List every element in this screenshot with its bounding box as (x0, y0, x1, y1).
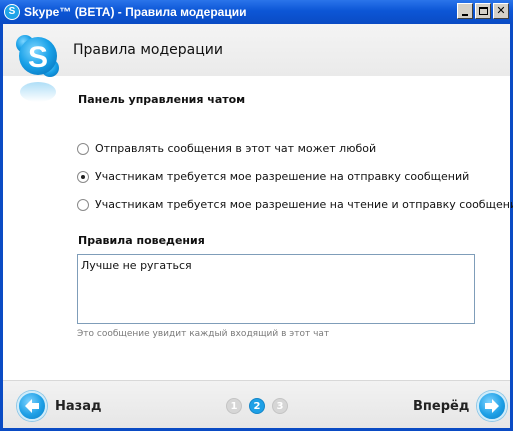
option-label: Участникам требуется мое разрешение на ч… (95, 198, 513, 211)
window-title: Skype™ (BETA) - Правила модерации (24, 5, 247, 19)
radio-permission-read-send[interactable] (77, 198, 89, 211)
option-permission-to-send[interactable]: Участникам требуется мое разрешение на о… (77, 170, 469, 183)
rules-heading: Правила поведения (78, 234, 205, 247)
radio-anyone[interactable] (77, 142, 89, 155)
step-2: 2 (249, 398, 265, 414)
forward-label: Вперёд (413, 398, 470, 414)
option-permission-read-send[interactable]: Участникам требуется мое разрешение на ч… (77, 198, 513, 211)
svg-text:S: S (28, 41, 48, 74)
chat-panel-heading: Панель управления чатом (78, 93, 246, 106)
window-controls: ✕ (457, 3, 509, 19)
maximize-button[interactable] (475, 3, 491, 19)
back-label: Назад (55, 398, 102, 414)
page-title: Правила модерации (73, 42, 223, 58)
option-label: Отправлять сообщения в этот чат может лю… (95, 142, 377, 155)
forward-button[interactable]: Вперёд (413, 391, 508, 421)
arrow-right-circle-icon (477, 391, 508, 421)
title-bar[interactable]: S Skype™ (BETA) - Правила модерации ✕ (0, 0, 513, 24)
option-label: Участникам требуется мое разрешение на о… (95, 170, 470, 183)
close-icon: ✕ (496, 4, 506, 17)
rules-textarea[interactable]: Лучше не ругаться (77, 254, 475, 324)
minimize-button[interactable] (457, 3, 473, 19)
skype-app-icon[interactable]: S (4, 4, 20, 20)
step-1: 1 (226, 398, 242, 414)
radio-permission-send[interactable] (77, 170, 89, 183)
step-3: 3 (272, 398, 288, 414)
step-indicator: 1 2 3 (226, 398, 288, 414)
rules-hint: Это сообщение увидит каждый входящий в э… (77, 329, 330, 339)
maximize-icon (479, 7, 488, 15)
option-anyone-can-send[interactable]: Отправлять сообщения в этот чат может лю… (77, 142, 376, 155)
skype-logo: S (14, 34, 62, 106)
arrow-left-circle-icon (17, 391, 47, 421)
minimize-icon (462, 14, 468, 16)
close-button[interactable]: ✕ (493, 3, 509, 19)
back-button[interactable]: Назад (17, 391, 101, 421)
window-frame-left (0, 24, 3, 431)
